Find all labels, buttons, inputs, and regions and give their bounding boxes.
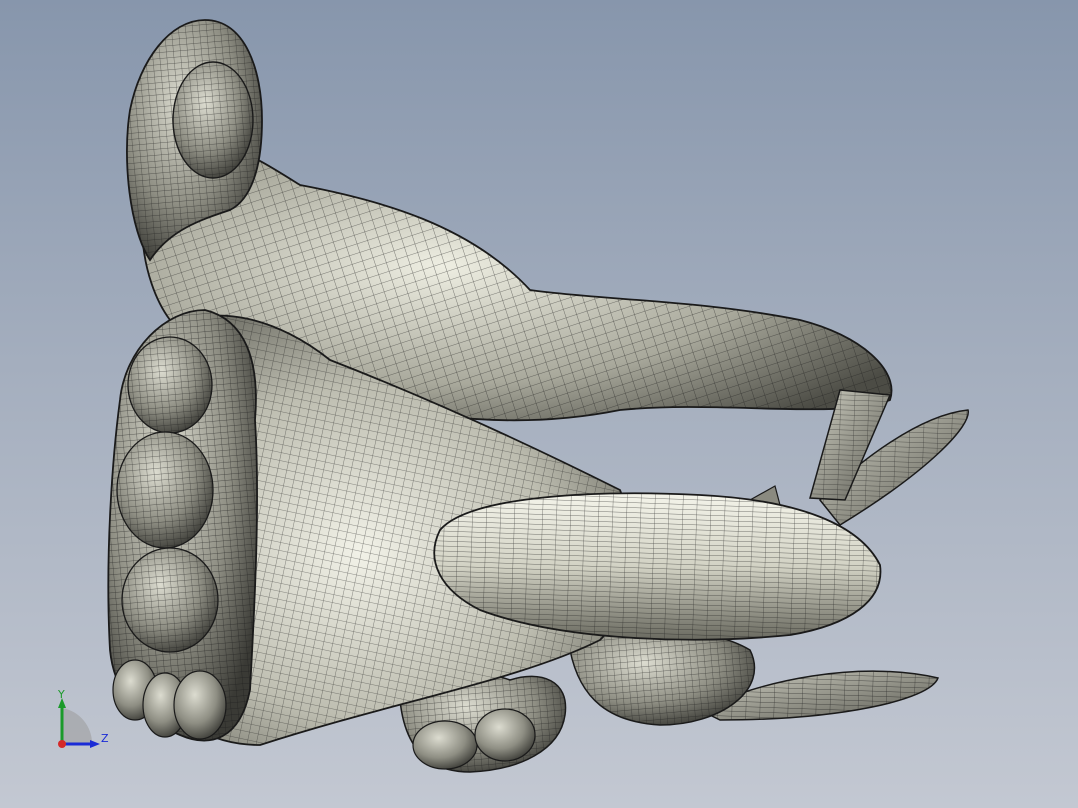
triad-plane-shade (62, 708, 93, 744)
z-axis-label: Z (101, 732, 109, 745)
y-axis-label: Y (58, 688, 65, 701)
mesh-model[interactable] (0, 0, 1078, 808)
z-axis-arrow (90, 740, 100, 748)
front-lobe-cluster[interactable] (107, 309, 258, 742)
x-axis-point (58, 740, 66, 748)
graphics-viewport[interactable]: Y Z (0, 0, 1078, 808)
main-wing-surface[interactable] (433, 492, 882, 641)
